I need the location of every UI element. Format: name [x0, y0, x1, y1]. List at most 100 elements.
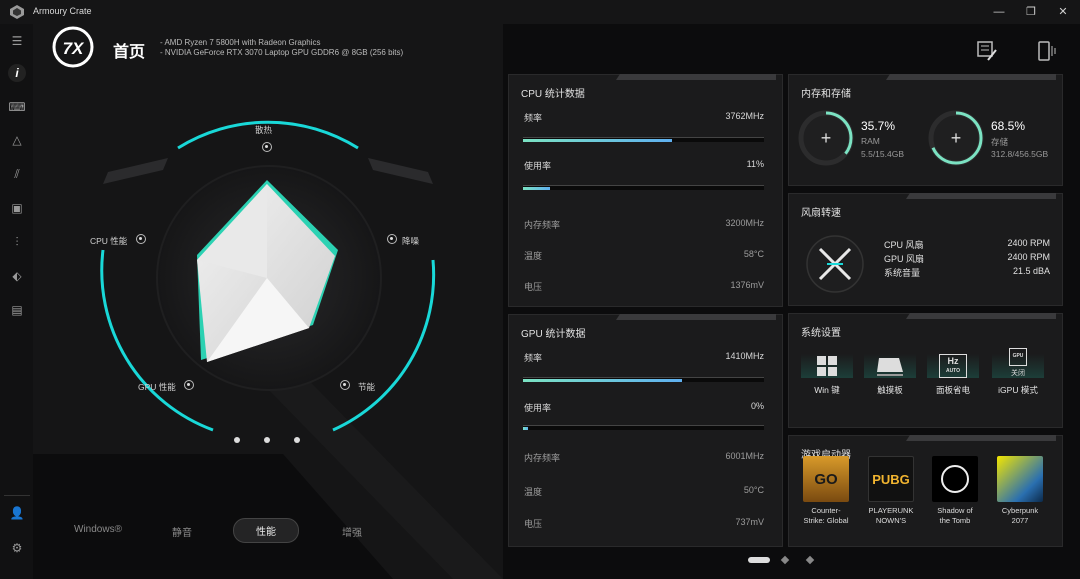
cpu-usage-value: 11% — [746, 159, 764, 169]
memory-panel-title: 内存和存储 — [801, 89, 851, 100]
device-icon[interactable] — [1036, 40, 1058, 62]
mode-performance[interactable]: 性能 — [233, 518, 299, 543]
aura-icon[interactable]: △ — [8, 131, 26, 149]
csgo-title-line1: Counter- — [811, 506, 841, 515]
armoury-crate-logo — [10, 5, 24, 19]
fan-panel-title: 风扇转速 — [801, 208, 841, 219]
game-cyberpunk[interactable]: Cyberpunk 2077 — [995, 456, 1045, 526]
carousel-dot[interactable] — [234, 437, 240, 443]
cpu-performance-point-button[interactable] — [136, 234, 146, 244]
home-info-icon[interactable]: i — [8, 64, 26, 82]
label-noise-reduction: 降噪 — [402, 236, 420, 246]
touchpad-label: 触摸板 — [877, 385, 903, 395]
cpu-temperature-value: 58°C — [743, 249, 764, 259]
gpu-usage-fill — [523, 427, 528, 430]
igpu-mode-toggle[interactable]: GPU 关闭 iGPU 模式 — [992, 338, 1044, 396]
gpu-usage-value: 0% — [750, 401, 764, 411]
cpu-voltage-value: 1376mV — [730, 280, 764, 290]
system-noise-label: 系统音量 — [884, 268, 921, 278]
gpu-memory-frequency-row: 内存频率 6001MHz — [524, 451, 764, 464]
label-gpu-performance: GPU 性能 — [138, 382, 176, 392]
tag-icon[interactable]: ⬖ — [8, 267, 26, 285]
cpu-panel-title: CPU 统计数据 — [521, 89, 585, 100]
title-bar: Armoury Crate — ❐ ✕ — [0, 0, 1080, 24]
gpu-frequency-label: 频率 — [524, 353, 543, 363]
game-csgo[interactable]: GO Counter- Strike: Global — [801, 456, 851, 526]
cpu-frequency-row: 频率 3762MHz — [524, 111, 764, 124]
win-key-label: Win 键 — [814, 385, 840, 395]
storage-percent: 68.5% — [991, 119, 1026, 133]
gpu-usage-row: 使用率 0% — [524, 401, 764, 414]
scenario-icon[interactable]: ⫽ — [8, 165, 26, 183]
igpu-state: 关闭 — [1011, 370, 1025, 377]
ram-percent: 35.7% — [861, 119, 896, 133]
ram-detail: 5.5/15.4GB — [861, 149, 905, 159]
cyberpunk-title-line2: 2077 — [1011, 516, 1029, 525]
label-cooling: 散热 — [255, 125, 273, 135]
cooling-point-button[interactable] — [262, 142, 272, 152]
gpu-fan-row: GPU 风扇 2400 RPM — [884, 252, 1050, 265]
page-indicator-active[interactable] — [748, 557, 770, 563]
cpu-fan-label: CPU 风扇 — [884, 240, 924, 250]
tomb-raider-title-line1: Shadow of — [937, 506, 973, 515]
edit-dashboard-icon[interactable] — [976, 40, 998, 62]
cpu-memory-frequency-row: 内存频率 3200MHz — [524, 218, 764, 231]
hamburger-menu-icon[interactable]: ☰ — [8, 32, 26, 50]
cpu-frequency-fill — [523, 139, 673, 142]
panel-power-saver-toggle[interactable]: Hz AUTO 面板省电 — [927, 338, 979, 396]
cpu-memory-frequency-label: 内存频率 — [524, 220, 561, 230]
carousel-dot[interactable] — [294, 437, 300, 443]
csgo-title-line2: Strike: Global — [803, 516, 849, 525]
noise-point-button[interactable] — [387, 234, 397, 244]
restore-button[interactable]: ❐ — [1022, 3, 1040, 21]
windows-key-icon — [817, 356, 837, 376]
carousel-dot[interactable] — [264, 437, 270, 443]
cpu-stats-panel: CPU 统计数据 频率 3762MHz 使用率 11% 内存频率 3200MHz 温度… — [508, 74, 783, 307]
power-saving-point-button[interactable] — [340, 380, 350, 390]
user-icon[interactable]: 👤 — [8, 504, 26, 522]
game-launcher-panel: 游戏启动器 GO Counter- Strike: Global PUBG PL… — [788, 435, 1063, 547]
cpu-fan-value: 2400 RPM — [1007, 238, 1050, 248]
ram-ring: + — [798, 110, 854, 166]
igpu-mode-label: iGPU 模式 — [998, 385, 1038, 395]
touchpad-toggle[interactable]: 触摸板 — [864, 338, 916, 396]
gpu-frequency-bar — [523, 377, 764, 382]
gpu-frequency-fill — [523, 379, 683, 382]
cyberpunk-cover — [997, 456, 1043, 502]
gpu-spec: - NVIDIA GeForce RTX 3070 Laptop GPU GDD… — [160, 48, 404, 57]
gpu-fan-value: 2400 RPM — [1007, 252, 1050, 262]
game-shadow-tomb-raider[interactable]: Shadow of the Tomb — [930, 456, 980, 526]
gpu-panel-title: GPU 统计数据 — [521, 329, 586, 340]
mode-silent[interactable]: 静音 — [172, 524, 192, 539]
mode-turbo[interactable]: 增强 — [342, 524, 362, 539]
gpu-voltage-row: 电压 737mV — [524, 517, 764, 530]
minimize-button[interactable]: — — [990, 3, 1008, 21]
tomb-raider-title-line2: the Tomb — [939, 516, 971, 525]
cpu-usage-fill — [523, 187, 550, 190]
mode-windows[interactable]: Windows® — [74, 524, 122, 535]
gpu-temperature-label: 温度 — [524, 487, 543, 497]
close-button[interactable]: ✕ — [1054, 3, 1072, 21]
svg-text:7X: 7X — [63, 39, 85, 58]
settings-gear-icon[interactable]: ⚙ — [8, 539, 26, 557]
tomb-raider-cover — [932, 456, 978, 502]
storage-ring: + — [928, 110, 984, 166]
keyboard-icon[interactable]: ⌨ — [8, 98, 26, 116]
system-noise-value: 21.5 dBA — [1012, 266, 1050, 276]
cpu-voltage-row: 电压 1376mV — [524, 280, 764, 293]
news-icon[interactable]: ▤ — [8, 301, 26, 319]
gpu-stats-panel: GPU 统计数据 频率 1410MHz 使用率 0% 内存频率 6001MHz 温度 5… — [508, 314, 783, 547]
gamevisual-icon[interactable]: ▣ — [8, 199, 26, 217]
sidebar: ☰ i ⌨ △ ⫽ ▣ ⫶ ⬖ ▤ 👤 ⚙ — [0, 24, 33, 579]
storage-label: 存储 — [991, 137, 1009, 147]
touchpad-icon — [877, 358, 903, 376]
gpu-performance-point-button[interactable] — [184, 380, 194, 390]
panel-power-saver-label: 面板省电 — [935, 385, 970, 395]
game-pubg[interactable]: PUBG PLAYERUNK NOWN'S — [866, 456, 916, 526]
mode-radar-wheel — [100, 120, 436, 432]
equalizer-icon[interactable]: ⫶ — [8, 233, 26, 251]
storage-plus-icon: + — [951, 128, 962, 148]
gpu-memory-frequency-label: 内存频率 — [524, 453, 561, 463]
cpu-usage-bar — [523, 185, 764, 190]
win-key-toggle[interactable]: Win 键 — [801, 338, 853, 396]
